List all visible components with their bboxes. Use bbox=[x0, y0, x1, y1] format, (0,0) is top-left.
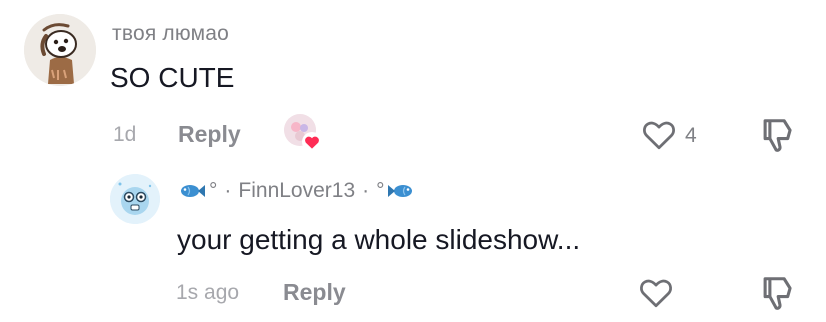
like-heart-icon[interactable] bbox=[638, 276, 674, 310]
like-heart-icon[interactable] bbox=[641, 118, 677, 152]
comment-timestamp: 1d bbox=[113, 123, 137, 146]
reply-timestamp: 1s ago bbox=[176, 281, 240, 304]
like-count: 4 bbox=[685, 124, 697, 147]
heart-badge-icon bbox=[302, 132, 322, 152]
username-suffix: ° bbox=[376, 179, 385, 202]
replier-avatar[interactable] bbox=[110, 174, 160, 224]
cartoon-dog-icon bbox=[24, 14, 96, 86]
reply-text: your getting a whole slideshow... bbox=[177, 224, 581, 255]
username-separator: · bbox=[362, 179, 370, 202]
dislike-icon[interactable] bbox=[758, 116, 796, 154]
liked-by-creator-badge bbox=[284, 114, 322, 152]
fish-icon bbox=[181, 185, 205, 197]
username-prefix: ° bbox=[209, 179, 218, 202]
reply-button[interactable]: Reply bbox=[283, 279, 346, 306]
replier-username[interactable]: ° · FinnLover13 · ° bbox=[178, 179, 415, 203]
reply-button[interactable]: Reply bbox=[178, 121, 241, 148]
fish-icon bbox=[387, 185, 412, 197]
cartoon-creature-icon bbox=[110, 174, 160, 224]
commenter-username[interactable]: твоя люмао bbox=[112, 22, 229, 46]
username-separator: · bbox=[224, 179, 232, 202]
username-name: FinnLover13 bbox=[238, 179, 356, 202]
commenter-avatar[interactable] bbox=[24, 14, 96, 86]
comment-text: SO CUTE bbox=[110, 62, 235, 93]
dislike-icon[interactable] bbox=[758, 274, 796, 312]
